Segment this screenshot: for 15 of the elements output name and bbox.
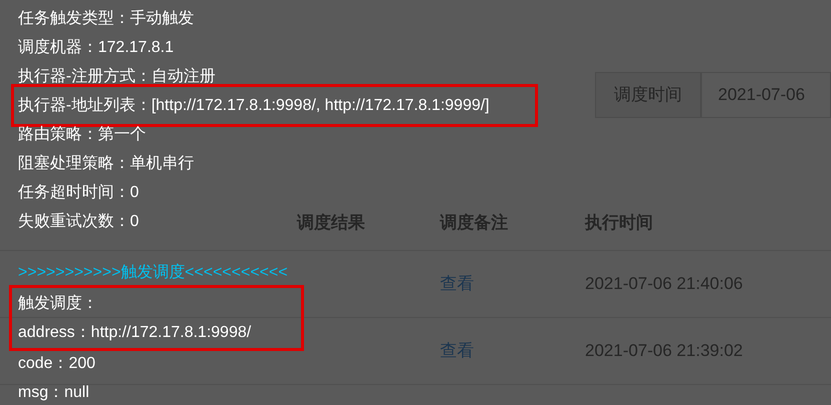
tooltip-line: 触发调度： xyxy=(18,295,98,312)
tooltip-line: msg：null xyxy=(18,384,90,401)
tooltip-line: code：200 xyxy=(18,355,96,372)
tooltip-line: 调度机器：172.17.8.1 xyxy=(18,39,174,56)
tooltip-line: 路由策略：第一个 xyxy=(18,126,146,143)
tooltip-line: 执行器-注册方式：自动注册 xyxy=(18,68,216,85)
tooltip-line: 执行器-地址列表：[http://172.17.8.1:9998/, http://172.17.8.1:9999/] xyxy=(18,97,490,114)
tooltip-line: 任务触发类型：手动触发 xyxy=(18,10,194,27)
tooltip-line: 阻塞处理策略：单机串行 xyxy=(18,155,194,172)
tooltip-line: 失败重试次数：0 xyxy=(18,213,139,230)
tooltip-line: address：http://172.17.8.1:9998/ xyxy=(18,324,252,341)
tooltip-line: 任务超时时间：0 xyxy=(18,184,139,201)
view-link[interactable]: 查看 xyxy=(440,341,474,360)
section-header: >>>>>>>>>>>触发调度<<<<<<<<<<< xyxy=(18,264,288,281)
view-link[interactable]: 查看 xyxy=(440,274,474,293)
